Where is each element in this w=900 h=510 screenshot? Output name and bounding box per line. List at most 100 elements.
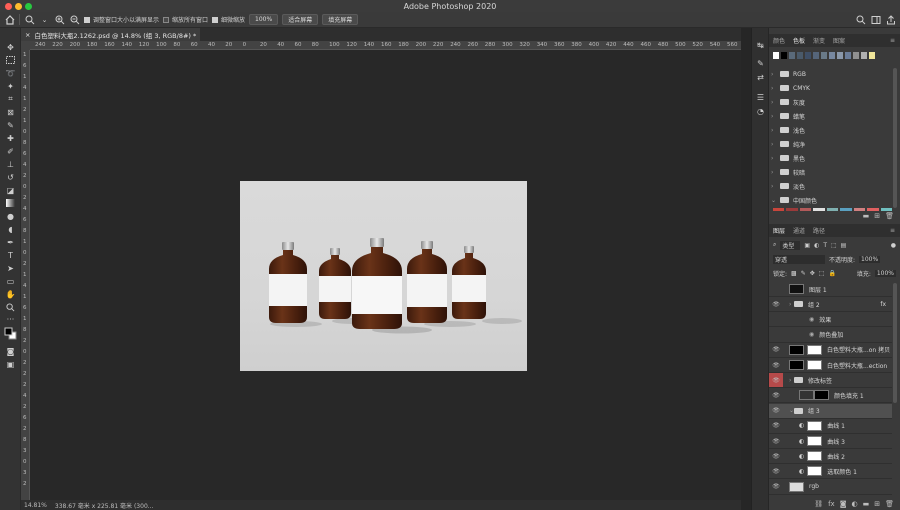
swatch[interactable] bbox=[837, 52, 843, 59]
chevron-right-icon[interactable]: › bbox=[771, 183, 776, 190]
visibility-eye-icon[interactable]: 👁 bbox=[769, 480, 783, 494]
chevron-right-icon[interactable]: › bbox=[771, 141, 776, 148]
swatch[interactable] bbox=[799, 208, 812, 211]
eraser-tool-icon[interactable]: ◪ bbox=[4, 185, 17, 195]
tab-gradients[interactable]: 渐变 bbox=[813, 36, 825, 45]
visibility-eye-icon[interactable]: 👁 bbox=[769, 358, 783, 372]
panel-menu-icon[interactable]: ≡ bbox=[890, 227, 895, 234]
swatch-group[interactable]: › 浅色 bbox=[771, 123, 891, 137]
layer-row[interactable]: 👁 › 修改标签 bbox=[769, 373, 892, 389]
swatch[interactable] bbox=[861, 52, 867, 59]
layer-row[interactable]: 👁 ◐ 曲线 1 bbox=[769, 419, 892, 434]
eyedropper-tool-icon[interactable]: ✎ bbox=[4, 120, 17, 130]
swatch[interactable] bbox=[805, 52, 811, 59]
tab-channels[interactable]: 通道 bbox=[793, 226, 805, 235]
gradient-tool-icon[interactable] bbox=[4, 198, 17, 208]
swatch-group[interactable]: › 纯净 bbox=[771, 137, 891, 151]
path-selection-tool-icon[interactable]: ➤ bbox=[4, 263, 17, 273]
crop-tool-icon[interactable]: ⌗ bbox=[4, 94, 17, 104]
swatch[interactable] bbox=[840, 208, 852, 211]
filter-smart-icon[interactable]: ▤ bbox=[841, 242, 847, 249]
tab-swatches[interactable]: 色板 bbox=[793, 36, 805, 45]
resize-windows-checkbox[interactable]: 调整窗口大小以满屏显示 bbox=[84, 15, 159, 24]
swatch[interactable] bbox=[867, 208, 879, 211]
move-tool-icon[interactable]: ✥ bbox=[4, 42, 17, 52]
zoom-window-button[interactable] bbox=[25, 3, 32, 10]
brush-tool-icon[interactable]: ✐ bbox=[4, 146, 17, 156]
swatch[interactable] bbox=[853, 52, 859, 59]
swatches-scrollbar[interactable] bbox=[893, 68, 897, 208]
adjust-panel-icon[interactable]: ⇄ bbox=[755, 72, 766, 82]
document-size[interactable]: 338.67 毫米 x 225.81 毫米 (300... bbox=[55, 501, 154, 510]
layer-style-icon[interactable]: fx bbox=[828, 500, 835, 510]
fx-badge[interactable]: fx bbox=[880, 301, 886, 308]
visibility-eye-icon[interactable]: 👁 bbox=[769, 434, 783, 448]
home-icon[interactable] bbox=[4, 14, 15, 25]
chevron-right-icon[interactable]: › bbox=[771, 155, 776, 162]
visibility-eye-icon[interactable]: 👁 bbox=[769, 419, 783, 433]
swatch[interactable] bbox=[781, 52, 787, 59]
swatch[interactable] bbox=[789, 52, 795, 59]
lock-all-icon[interactable]: 🔒 bbox=[828, 270, 835, 277]
zoom-tool-icon[interactable] bbox=[24, 14, 35, 25]
chevron-right-icon[interactable]: › bbox=[771, 127, 776, 134]
tab-paths[interactable]: 路径 bbox=[813, 226, 825, 235]
new-group-icon[interactable]: ▬ bbox=[863, 500, 870, 510]
lock-pixels-icon[interactable]: ▩ bbox=[791, 270, 797, 277]
more-tools-icon[interactable]: ··· bbox=[4, 314, 17, 324]
tab-close-icon[interactable]: × bbox=[25, 31, 30, 39]
filter-toggle-icon[interactable]: ● bbox=[891, 242, 896, 249]
swatch[interactable] bbox=[845, 52, 851, 59]
zoom-100-button[interactable]: 100% bbox=[249, 14, 279, 25]
zoom-out-icon[interactable] bbox=[69, 14, 80, 25]
rectangle-tool-icon[interactable]: ▭ bbox=[4, 276, 17, 286]
panel-menu-icon[interactable]: ≡ bbox=[890, 37, 895, 44]
chevron-right-icon[interactable]: › bbox=[771, 71, 776, 78]
swatch[interactable] bbox=[813, 52, 819, 59]
new-swatch-icon[interactable]: ⊞ bbox=[874, 212, 880, 222]
clone-stamp-tool-icon[interactable]: ⊥ bbox=[4, 159, 17, 169]
visibility-eye-icon[interactable]: 👁 bbox=[769, 449, 783, 463]
close-window-button[interactable] bbox=[5, 3, 12, 10]
tab-layers[interactable]: 图层 bbox=[773, 226, 785, 235]
color-swatches-icon[interactable] bbox=[4, 327, 17, 339]
visibility-eye-icon[interactable]: 👁 bbox=[769, 373, 783, 388]
visibility-eye-icon[interactable]: 👁 bbox=[769, 464, 783, 478]
lock-position-icon[interactable]: ✥ bbox=[810, 270, 815, 277]
brush-settings-icon[interactable]: ✎ bbox=[755, 58, 766, 68]
blend-mode-select[interactable]: 穿透 bbox=[773, 254, 825, 264]
horizontal-ruler[interactable]: 240 220 200 180 160 140 120 100 80 60 40 20 0 20 40 60 8… bbox=[30, 41, 741, 50]
swatch-group[interactable]: › RGB bbox=[771, 67, 891, 81]
history-panel-icon[interactable]: ↹ bbox=[755, 40, 766, 50]
chevron-right-icon[interactable]: › bbox=[771, 113, 776, 120]
swatch[interactable] bbox=[773, 52, 779, 59]
visibility-eye-icon[interactable] bbox=[769, 328, 783, 342]
swatch[interactable] bbox=[797, 52, 803, 59]
adjustment-layer-icon[interactable]: ◐ bbox=[852, 500, 858, 510]
marquee-tool-icon[interactable] bbox=[4, 55, 17, 65]
ruler-corner[interactable] bbox=[21, 41, 30, 50]
pen-tool-icon[interactable]: ✒ bbox=[4, 237, 17, 247]
swatch[interactable] bbox=[869, 52, 875, 59]
swatch[interactable] bbox=[853, 208, 866, 211]
libraries-panel-icon[interactable]: ◔ bbox=[755, 106, 766, 116]
swatch[interactable] bbox=[880, 208, 892, 211]
chevron-right-icon[interactable]: › bbox=[771, 169, 776, 176]
tab-patterns[interactable]: 图案 bbox=[833, 36, 845, 45]
vertical-ruler[interactable]: 1614121086420246810214161820222426283032 bbox=[21, 50, 30, 500]
visibility-eye-icon[interactable] bbox=[769, 282, 783, 296]
layer-row[interactable]: 👁 白色塑料大瓶...ection bbox=[769, 358, 892, 373]
layer-row[interactable]: 👁 ◐ 曲线 2 bbox=[769, 449, 892, 465]
filter-type-icon[interactable]: T bbox=[823, 242, 827, 249]
filter-shape-icon[interactable]: ⬚ bbox=[831, 242, 837, 249]
filter-adjust-icon[interactable]: ◐ bbox=[814, 242, 819, 249]
visibility-eye-icon[interactable]: 👁 bbox=[769, 388, 783, 402]
fill-field[interactable]: 100% bbox=[874, 269, 896, 277]
history-brush-tool-icon[interactable]: ↺ bbox=[4, 172, 17, 182]
layer-row[interactable]: 👁 ◐ 曲线 3 bbox=[769, 434, 892, 449]
hand-tool-icon[interactable]: ✋ bbox=[4, 289, 17, 299]
layer-row[interactable]: 👁 白色塑料大瓶...on 拷贝 bbox=[769, 343, 892, 358]
visibility-eye-icon[interactable] bbox=[769, 312, 783, 326]
layer-filter-select[interactable]: 类型 bbox=[780, 240, 801, 250]
layer-row[interactable]: ◉ 颜色叠加 bbox=[769, 328, 892, 343]
